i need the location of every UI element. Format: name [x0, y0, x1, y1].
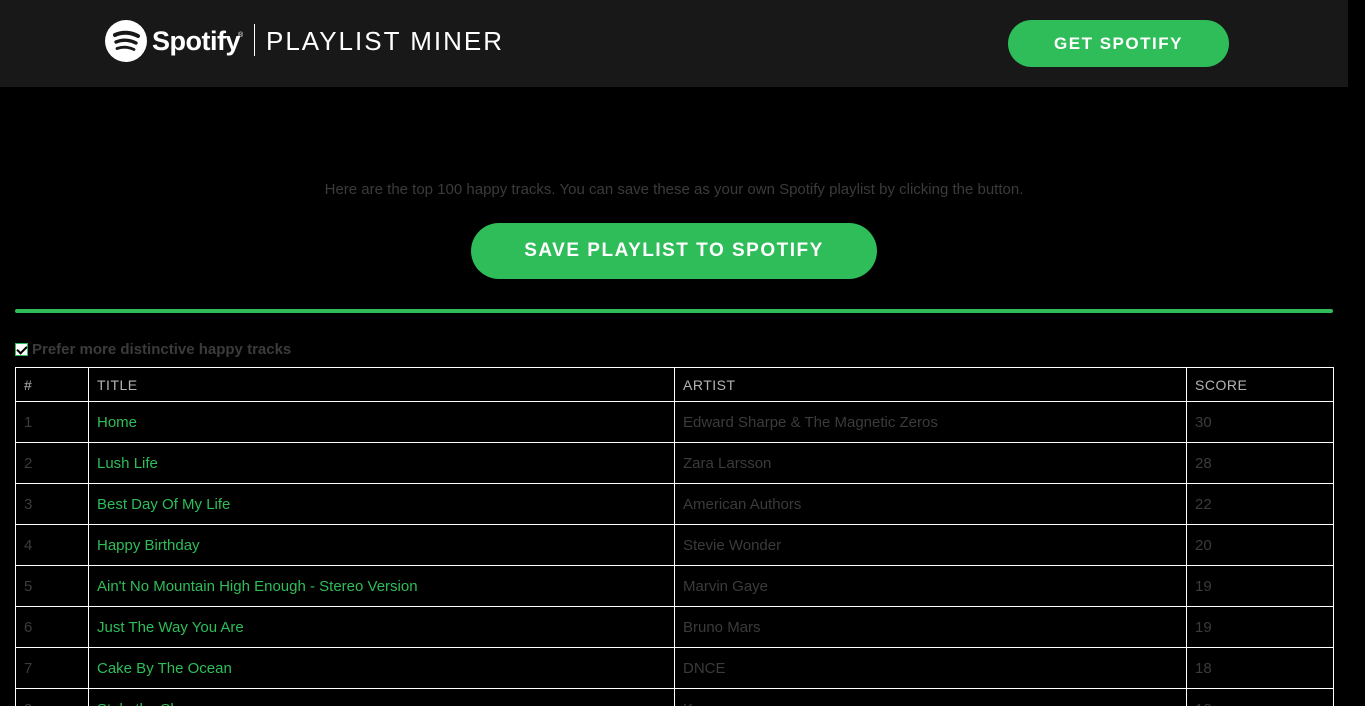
track-score: 22	[1186, 483, 1334, 525]
save-playlist-button[interactable]: SAVE PLAYLIST TO SPOTIFY	[471, 223, 877, 279]
track-artist: Marvin Gaye	[674, 565, 1187, 607]
track-score: 19	[1186, 565, 1334, 607]
track-title[interactable]: Stole the Show	[88, 688, 675, 706]
table-row[interactable]: 5 Ain't No Mountain High Enough - Stereo…	[15, 565, 1334, 607]
intro-text: Here are the top 100 happy tracks. You c…	[324, 181, 1024, 198]
track-title[interactable]: Just The Way You Are	[88, 606, 675, 648]
track-number: 2	[15, 442, 89, 484]
track-number: 5	[15, 565, 89, 607]
distinctive-tracks-checkbox[interactable]	[15, 342, 28, 356]
track-title[interactable]: Lush Life	[88, 442, 675, 484]
tracks-table: # TITLE ARTIST SCORE 1 Home Edward Sharp…	[15, 367, 1334, 706]
page-title: PLAYLIST MINER	[266, 26, 504, 56]
table-row[interactable]: 3 Best Day Of My Life American Authors 2…	[15, 483, 1334, 525]
track-artist: DNCE	[674, 647, 1187, 689]
track-title[interactable]: Ain't No Mountain High Enough - Stereo V…	[88, 565, 675, 607]
track-number: 1	[15, 401, 89, 443]
track-artist: Stevie Wonder	[674, 524, 1187, 566]
track-title[interactable]: Best Day Of My Life	[88, 483, 675, 525]
get-spotify-button[interactable]: GET SPOTIFY	[1008, 20, 1229, 67]
track-artist: Kygo	[674, 688, 1187, 706]
scrollbar[interactable]	[1348, 0, 1365, 706]
table-row[interactable]: 6 Just The Way You Are Bruno Mars 19	[15, 606, 1334, 648]
registered-mark: ®	[238, 32, 244, 39]
distinctive-tracks-option[interactable]: Prefer more distinctive happy tracks	[15, 340, 291, 358]
track-artist: American Authors	[674, 483, 1187, 525]
track-number: 3	[15, 483, 89, 525]
column-header-artist[interactable]: ARTIST	[674, 367, 1187, 402]
track-score: 18	[1186, 647, 1334, 689]
top-bar: Spotify ® PLAYLIST MINER GET SPOTIFY	[0, 0, 1348, 87]
track-score: 28	[1186, 442, 1334, 484]
brand-divider	[254, 24, 255, 56]
spotify-wordmark[interactable]: Spotify	[152, 24, 241, 58]
track-score: 30	[1186, 401, 1334, 443]
column-header-title[interactable]: TITLE	[88, 367, 675, 402]
spotify-logo-icon[interactable]	[105, 20, 147, 62]
column-header-number[interactable]: #	[15, 367, 89, 402]
table-header-row: # TITLE ARTIST SCORE	[15, 367, 1334, 402]
table-row[interactable]: 2 Lush Life Zara Larsson 28	[15, 442, 1334, 484]
track-title[interactable]: Happy Birthday	[88, 524, 675, 566]
distinctive-tracks-label: Prefer more distinctive happy tracks	[32, 340, 292, 358]
track-number: 7	[15, 647, 89, 689]
track-number: 8	[15, 688, 89, 706]
track-artist: Zara Larsson	[674, 442, 1187, 484]
table-row[interactable]: 4 Happy Birthday Stevie Wonder 20	[15, 524, 1334, 566]
column-header-score[interactable]: SCORE	[1186, 367, 1334, 402]
track-score: 19	[1186, 606, 1334, 648]
table-row[interactable]: 1 Home Edward Sharpe & The Magnetic Zero…	[15, 401, 1334, 443]
track-title[interactable]: Cake By The Ocean	[88, 647, 675, 689]
divider	[15, 309, 1333, 313]
track-title[interactable]: Home	[88, 401, 675, 443]
track-artist: Bruno Mars	[674, 606, 1187, 648]
table-row[interactable]: 8 Stole the Show Kygo 18	[15, 688, 1334, 706]
track-number: 4	[15, 524, 89, 566]
table-row[interactable]: 7 Cake By The Ocean DNCE 18	[15, 647, 1334, 689]
track-score: 18	[1186, 688, 1334, 706]
track-number: 6	[15, 606, 89, 648]
track-artist: Edward Sharpe & The Magnetic Zeros	[674, 401, 1187, 443]
track-score: 20	[1186, 524, 1334, 566]
